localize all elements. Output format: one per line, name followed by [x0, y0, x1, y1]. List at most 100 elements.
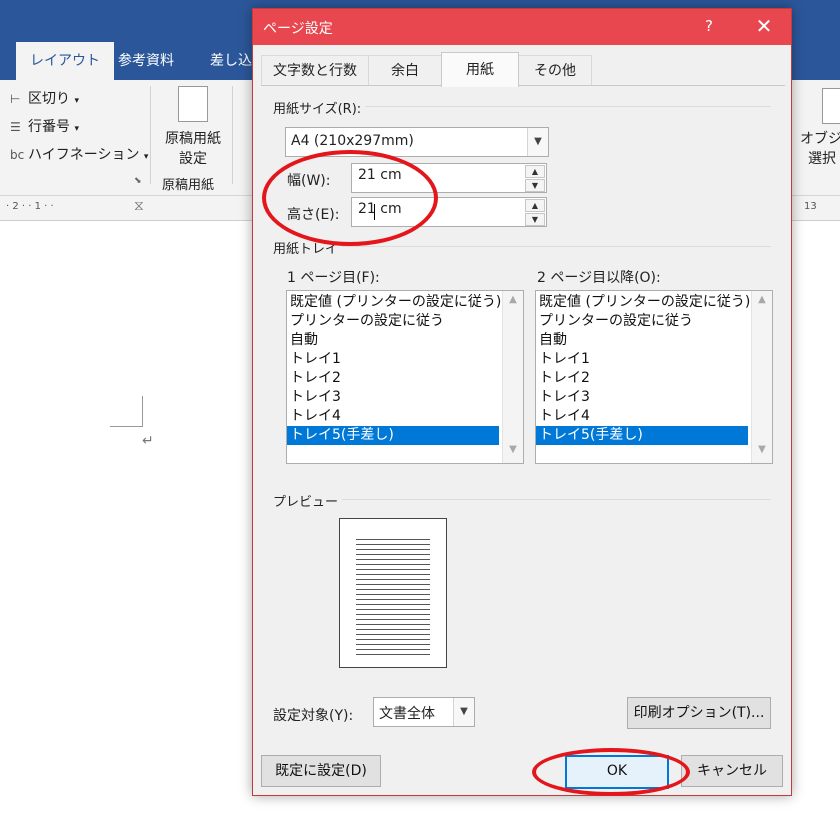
preview-text-line	[356, 654, 430, 655]
list-item[interactable]: トレイ4	[287, 407, 499, 426]
apply-to-combo[interactable]: 文書全体 ▼	[373, 697, 475, 727]
preview-text-line	[356, 569, 430, 570]
page-setup-dialog: ページ設定 ? ✕ 文字数と行数 余白 用紙 その他 用紙サイズ(R): A4 …	[252, 8, 792, 796]
tab-characters-lines[interactable]: 文字数と行数	[261, 55, 369, 86]
preview-text-line	[356, 639, 430, 640]
text-caret	[374, 204, 375, 220]
height-spinner[interactable]: 21 cm ▲ ▼	[351, 197, 547, 227]
manuscript-paper-icon	[178, 86, 208, 122]
preview-text-line	[356, 599, 430, 600]
hyphenation-icon: bc	[10, 148, 25, 162]
indent-marker-icon[interactable]: ⧖	[134, 198, 144, 214]
list-item[interactable]: トレイ1	[287, 350, 499, 369]
preview-text-line	[356, 604, 430, 605]
other-pages-label: 2 ページ目以降(O):	[537, 270, 661, 286]
ruler-right-number: 13	[804, 201, 817, 212]
paragraph-mark-icon: ↵	[142, 433, 154, 449]
list-item[interactable]: トレイ3	[536, 388, 748, 407]
tab-margins[interactable]: 余白	[368, 55, 442, 86]
tab-panel-border	[261, 85, 785, 86]
preview-text-line	[356, 634, 430, 635]
preview-text-line	[356, 589, 430, 590]
line-numbers-button[interactable]: ☰ 行番号 ▾	[10, 116, 79, 136]
list-scrollbar[interactable]: ▲ ▼	[502, 291, 523, 463]
preview-text-line	[356, 614, 430, 615]
spin-up-icon[interactable]: ▲	[525, 165, 545, 178]
preview-text-line	[356, 539, 430, 540]
scroll-down-icon[interactable]: ▼	[503, 444, 523, 460]
other-pages-tray-list[interactable]: 既定値 (プリンターの設定に従う) プリンターの設定に従う 自動 トレイ1 トレ…	[535, 290, 773, 464]
list-item[interactable]: トレイ1	[536, 350, 748, 369]
width-value: 21 cm	[358, 167, 402, 183]
scroll-up-icon[interactable]: ▲	[503, 294, 523, 310]
list-item[interactable]: 自動	[536, 331, 748, 350]
scroll-down-icon[interactable]: ▼	[752, 444, 772, 460]
ruler-left-ticks: · 2 · · 1 · ·	[6, 201, 54, 212]
spin-down-icon[interactable]: ▼	[525, 179, 545, 192]
list-item[interactable]: トレイ4	[536, 407, 748, 426]
close-button[interactable]: ✕	[749, 12, 779, 40]
hyphenation-button[interactable]: bc ハイフネーション ▾	[10, 144, 148, 164]
list-item[interactable]: 既定値 (プリンターの設定に従う)	[287, 293, 501, 312]
preview-text-line	[356, 544, 430, 545]
scroll-up-icon[interactable]: ▲	[752, 294, 772, 310]
list-item[interactable]: プリンターの設定に従う	[536, 312, 748, 331]
page-preview	[339, 518, 447, 668]
section-break-icon: ⊢	[10, 92, 21, 106]
preview-text-line	[356, 559, 430, 560]
list-item[interactable]: プリンターの設定に従う	[287, 312, 499, 331]
chevron-down-icon[interactable]: ▼	[527, 128, 548, 156]
ok-button[interactable]: OK	[565, 755, 669, 789]
first-page-label: 1 ページ目(F):	[287, 270, 380, 286]
list-item[interactable]: 自動	[287, 331, 499, 350]
list-scrollbar[interactable]: ▲ ▼	[751, 291, 772, 463]
preview-label: プレビュー	[273, 491, 343, 510]
list-item[interactable]: トレイ2	[287, 369, 499, 388]
width-label: 幅(W):	[287, 173, 331, 189]
cancel-button[interactable]: キャンセル	[681, 755, 783, 787]
tab-other[interactable]: その他	[518, 55, 592, 86]
list-item-selected[interactable]: トレイ5(手差し)	[536, 426, 748, 445]
apply-to-label: 設定対象(Y):	[273, 708, 354, 724]
apply-to-value: 文書全体	[379, 706, 435, 722]
list-item-selected[interactable]: トレイ5(手差し)	[287, 426, 499, 445]
preview-text-line	[356, 584, 430, 585]
help-button[interactable]: ?	[697, 14, 721, 38]
width-spinner[interactable]: 21 cm ▲ ▼	[351, 163, 547, 193]
tab-paper[interactable]: 用紙	[441, 52, 519, 87]
ribbon-tab-layout[interactable]: レイアウト	[16, 42, 114, 80]
preview-text-line	[356, 549, 430, 550]
spin-up-icon[interactable]: ▲	[525, 199, 545, 212]
list-item[interactable]: トレイ3	[287, 388, 499, 407]
dialog-titlebar[interactable]: ページ設定 ? ✕	[253, 9, 791, 45]
preview-text-line	[356, 629, 430, 630]
chevron-down-icon[interactable]: ▼	[453, 698, 474, 726]
first-page-tray-list[interactable]: 既定値 (プリンターの設定に従う) プリンターの設定に従う 自動 トレイ1 トレ…	[286, 290, 524, 464]
height-value: 21 cm	[358, 201, 402, 217]
paper-tray-label: 用紙トレイ	[273, 238, 343, 257]
object-selection-button[interactable]: オブジ 選択	[800, 128, 840, 168]
paper-size-combo[interactable]: A4 (210x297mm) ▼	[285, 127, 549, 157]
object-selection-icon	[822, 88, 840, 124]
section-break-button[interactable]: ⊢ 区切り ▾	[10, 88, 79, 108]
spin-down-icon[interactable]: ▼	[525, 213, 545, 226]
paper-size-value: A4 (210x297mm)	[291, 133, 414, 149]
print-options-button[interactable]: 印刷オプション(T)...	[627, 697, 771, 729]
group-line	[273, 246, 771, 247]
ribbon-separator	[232, 86, 233, 184]
group-launcher-icon[interactable]: ⬊	[134, 176, 142, 186]
preview-text-line	[356, 564, 430, 565]
dialog-title: ページ設定	[263, 21, 333, 37]
ribbon-tab-references[interactable]: 参考資料	[104, 42, 188, 80]
preview-text-line	[356, 574, 430, 575]
ribbon-separator	[150, 86, 151, 184]
preview-text-line	[356, 624, 430, 625]
manuscript-settings-button[interactable]: 原稿用紙 設定	[162, 128, 224, 168]
list-item[interactable]: トレイ2	[536, 369, 748, 388]
list-item[interactable]: 既定値 (プリンターの設定に従う)	[536, 293, 750, 312]
manuscript-group-label: 原稿用紙	[162, 178, 215, 193]
preview-text-line	[356, 594, 430, 595]
preview-text-line	[356, 579, 430, 580]
set-default-button[interactable]: 既定に設定(D)	[261, 755, 381, 787]
page-margin-corner	[110, 396, 143, 427]
